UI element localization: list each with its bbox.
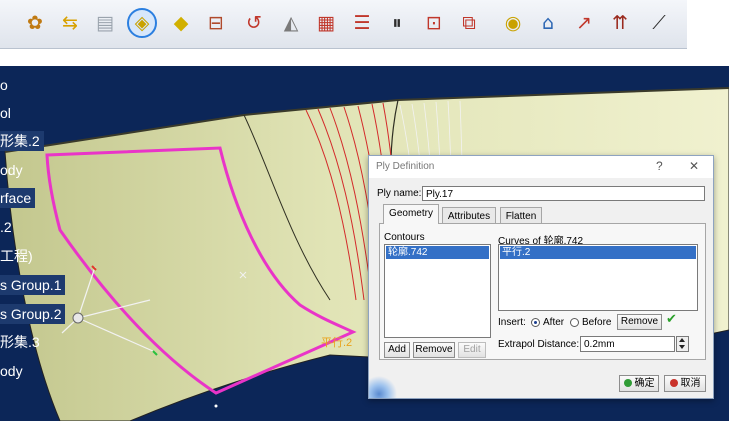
spin-up-icon[interactable] [679,338,685,342]
symmetry-glyph: ⏸ [392,11,402,34]
dialog-title: Ply Definition [376,161,435,172]
tree-item-7[interactable]: s Group.1 [0,275,66,295]
parallel-curve-label: 平行.2 [321,337,353,349]
tree-item-2[interactable]: 形集.2 [0,131,44,151]
curves-list[interactable]: 平行.2 [498,244,698,311]
seed-point-glyph: ⌂ [541,11,555,34]
material-excess-glyph: ◭ [283,11,299,34]
contour-list-item[interactable]: 轮廓.742 [386,246,489,259]
ply-group-icon[interactable]: ✿ [22,10,48,36]
ply-name-label: Ply name: [377,188,422,199]
vertex-point [214,404,218,408]
dialog-logo-icon [369,364,399,398]
rosette-icon[interactable]: ⇈ [607,10,633,36]
extrapol-distance-input[interactable]: 0.2mm [580,336,675,352]
drape-direction-glyph: ◉ [504,11,522,34]
cancel-icon [669,379,678,388]
stacking-icon[interactable]: ▤ [92,10,118,36]
ply-table-icon[interactable]: ▦ [313,10,339,36]
tree-item-10[interactable]: ody [0,361,27,381]
ply-definition-dialog: Ply Definition ? ✕ Ply name: Ply.17 Geom… [368,155,714,399]
toolbar: ✿ ⇆ ▤ ◈ ◆ ⊟ ↺ ◭ ▦ ☰ ⏸ ⊡ ⧉ ◉ ⌂ ↗ ⇈ ⟋ [0,0,687,49]
flatten-glyph: ↗ [576,11,592,34]
plies-list-glyph: ☰ [353,11,371,34]
specification-tree: o ol 形集.2 ody rface .2 工程) s Group.1 s G… [0,70,80,421]
ply-definition-icon[interactable]: ◈ [127,8,157,38]
ply-transfer-glyph: ⧉ [462,11,476,34]
help-button[interactable]: ? [656,159,663,173]
ok-button[interactable]: 确定 [619,375,659,392]
add-contour-button[interactable]: Add [384,342,410,358]
insert-after-radio[interactable] [531,318,540,327]
cancel-label: 取消 [680,378,701,389]
drape-direction-icon[interactable]: ◉ [500,10,526,36]
insert-label: Insert: [498,317,526,328]
flatten-icon[interactable]: ↗ [571,10,597,36]
ok-label: 确定 [634,378,655,389]
shape-glyph: ◆ [173,11,189,34]
contours-list[interactable]: 轮廓.742 [384,244,491,338]
symmetry-icon[interactable]: ⏸ [384,10,410,36]
dialog-title-bar[interactable]: Ply Definition ? ✕ [369,156,713,178]
extrapol-distance-label: Extrapol Distance: [498,339,580,350]
ply-from-curve-glyph: ↺ [246,11,262,34]
insert-before-label: Before [582,317,612,328]
plies-list-icon[interactable]: ☰ [349,10,375,36]
spin-down-icon[interactable] [679,345,685,349]
ply-definition-glyph: ◈ [134,11,150,34]
rosette-glyph: ⇈ [612,11,628,34]
contours-label: Contours [384,232,425,243]
ply-group-glyph: ✿ [27,11,43,34]
producibility-icon[interactable]: ⟋ [646,10,672,36]
tree-item-0[interactable]: o [0,75,12,95]
tab-geometry[interactable]: Geometry [383,204,439,224]
tree-item-1[interactable]: ol [0,103,15,123]
remove-contour-button[interactable]: Remove [413,342,455,358]
curve-list-item[interactable]: 平行.2 [500,246,696,259]
producibility-glyph: ⟋ [652,11,666,34]
insert-after-label: After [543,317,565,328]
tree-item-3[interactable]: ody [0,160,27,180]
split-icon[interactable]: ⊡ [421,10,447,36]
close-button[interactable]: ✕ [689,159,699,173]
ply-name-input[interactable]: Ply.17 [422,186,705,201]
extrapol-spinner[interactable] [676,336,689,352]
geometry-panel: Contours 轮廓.742 Add Remove Edit Curves o… [379,223,706,360]
shape-icon[interactable]: ◆ [168,10,194,36]
tree-item-9[interactable]: 形集.3 [0,332,44,352]
tree-item-5[interactable]: .2 [0,217,16,237]
ply-table-glyph: ▦ [317,11,335,34]
seed-point-icon[interactable]: ⌂ [535,10,561,36]
tree-item-6[interactable]: 工程) [0,246,37,266]
material-excess-icon[interactable]: ◭ [278,10,304,36]
stacking-glyph: ▤ [96,11,114,34]
check-icon[interactable]: ✔ [666,312,677,327]
insert-before-radio[interactable] [570,318,579,327]
ply-from-curve-icon[interactable]: ↺ [241,10,267,36]
core-icon[interactable]: ⊟ [203,10,229,36]
split-glyph: ⊡ [426,11,442,34]
ply-exchange-icon[interactable]: ⇆ [57,10,83,36]
edit-contour-button[interactable]: Edit [458,342,486,358]
remove-curve-button[interactable]: Remove [617,314,662,330]
core-glyph: ⊟ [208,11,224,34]
ply-transfer-icon[interactable]: ⧉ [456,10,482,36]
ok-icon [623,379,632,388]
ply-exchange-glyph: ⇆ [62,11,78,34]
cancel-button[interactable]: 取消 [664,375,706,392]
tree-item-4[interactable]: rface [0,188,36,208]
tree-item-8[interactable]: s Group.2 [0,304,66,324]
